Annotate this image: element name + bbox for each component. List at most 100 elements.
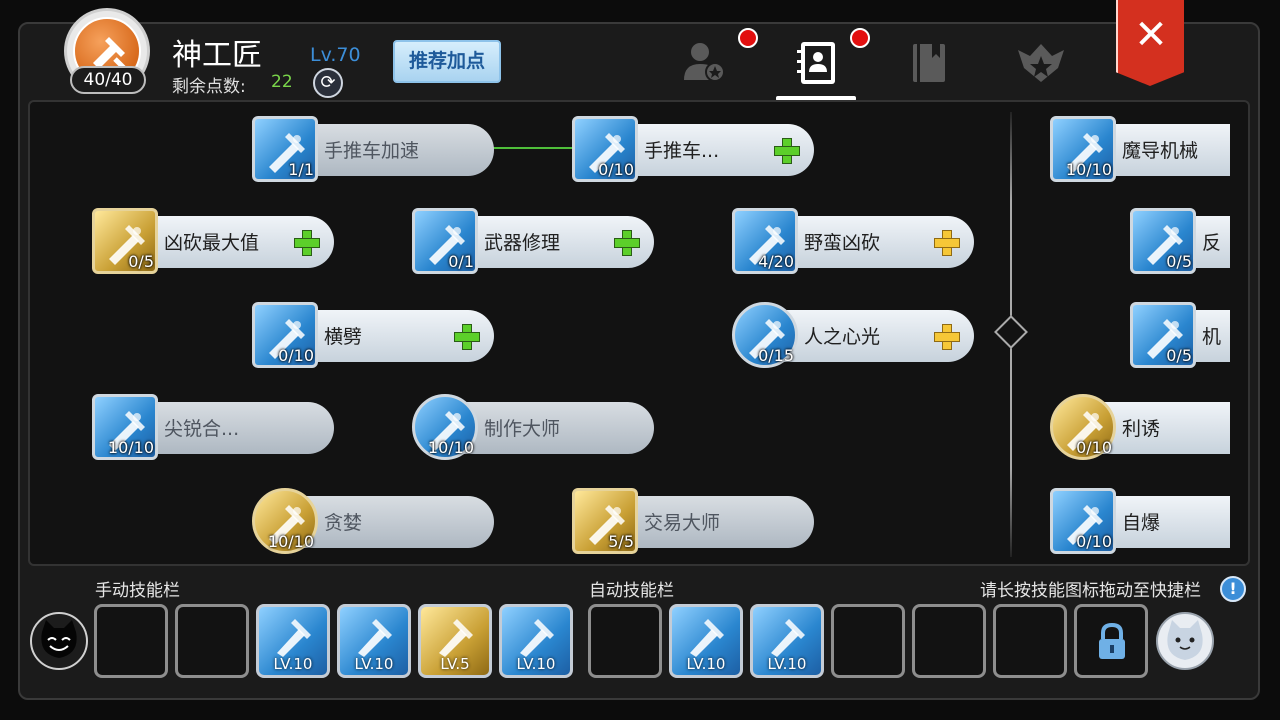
- points-label: 剩余点数:: [172, 77, 246, 97]
- user-star-icon: [684, 43, 725, 82]
- skill-node[interactable]: 魔导机械 10/10: [1050, 116, 1230, 182]
- drag-hint: 请长按技能图标拖动至快捷栏: [980, 581, 1201, 601]
- skill-level: 0/5: [128, 252, 154, 271]
- skill-level: 0/10: [1076, 532, 1112, 551]
- skill-level: 10/10: [267, 532, 314, 551]
- plus-icon[interactable]: [614, 230, 640, 256]
- refresh-icon[interactable]: ⟳: [313, 68, 343, 98]
- skill-name: 制作大师: [484, 418, 561, 440]
- skill-name: 自爆: [1122, 512, 1161, 534]
- skill-node[interactable]: 尖锐合... 10/10: [92, 394, 334, 460]
- skill-node[interactable]: 人之心光 0/15: [732, 302, 974, 368]
- skill-node[interactable]: 反 0/5: [1130, 208, 1230, 274]
- slot-level: LV.10: [516, 655, 556, 673]
- skill-name: 机: [1202, 326, 1222, 348]
- skill-slot[interactable]: [175, 604, 249, 678]
- skill-slot[interactable]: LV.10: [499, 604, 573, 678]
- skill-node[interactable]: 自爆 0/10: [1050, 488, 1230, 554]
- lock-icon: [1099, 622, 1125, 659]
- skill-slot[interactable]: LV.5: [418, 604, 492, 678]
- skill-name: 手推车加速: [324, 140, 420, 162]
- book-icon: [913, 44, 945, 82]
- contact-book-icon: [797, 42, 835, 84]
- plus-icon[interactable]: [774, 138, 800, 164]
- profile-count: 40/40: [70, 66, 146, 94]
- skill-slot[interactable]: [588, 604, 662, 678]
- skill-slot[interactable]: LV.10: [256, 604, 330, 678]
- skill-node[interactable]: 横劈 0/10: [252, 302, 494, 368]
- skill-slot[interactable]: LV.10: [669, 604, 743, 678]
- skill-name: 魔导机械: [1122, 140, 1199, 162]
- skill-slot[interactable]: LV.10: [750, 604, 824, 678]
- skill-name: 凶砍最大值: [164, 232, 260, 254]
- skill-level: 0/15: [758, 346, 794, 365]
- skill-node[interactable]: 手推车加速 1/1: [252, 116, 494, 182]
- skill-level: 0/10: [1076, 438, 1112, 457]
- tab-rank[interactable]: [1014, 38, 1064, 88]
- skill-connector: [492, 147, 572, 149]
- plus-icon[interactable]: [934, 324, 960, 350]
- skill-node[interactable]: 贪婪 10/10: [252, 488, 494, 554]
- notification-dot: [738, 28, 758, 48]
- skill-slot[interactable]: [94, 604, 168, 678]
- slot-level: LV.10: [686, 655, 726, 673]
- skill-node[interactable]: 交易大师 5/5: [572, 488, 814, 554]
- plus-icon[interactable]: [294, 230, 320, 256]
- skill-node[interactable]: 野蛮凶砍 4/20: [732, 208, 974, 274]
- skill-level: 0/10: [598, 160, 634, 179]
- skill-node[interactable]: 制作大师 10/10: [412, 394, 654, 460]
- skill-slot[interactable]: [831, 604, 905, 678]
- skill-level: 10/10: [1065, 160, 1112, 179]
- skill-name: 利诱: [1122, 418, 1161, 440]
- skill-name: 武器修理: [484, 232, 561, 254]
- skill-slot[interactable]: [993, 604, 1067, 678]
- secondary-tree: 魔导机械 10/10 反 0/5 机 0/5 利诱 0/10 自爆 0/10: [1030, 100, 1230, 566]
- skill-name: 手推车...: [644, 140, 720, 162]
- emblem-icon: [1018, 44, 1064, 82]
- tab-skills[interactable]: [793, 38, 843, 88]
- skill-name: 交易大师: [644, 512, 721, 534]
- skill-level: 5/5: [608, 532, 634, 551]
- skill-name: 野蛮凶砍: [804, 232, 881, 254]
- skill-name: 横劈: [324, 326, 363, 348]
- recommend-button[interactable]: 推荐加点: [393, 40, 501, 83]
- locked-slot[interactable]: [1074, 604, 1148, 678]
- skill-slot[interactable]: [912, 604, 986, 678]
- plus-icon[interactable]: [454, 324, 480, 350]
- white-cat-icon[interactable]: [1156, 612, 1214, 670]
- points-value: 22: [271, 72, 293, 92]
- skill-level: 1/1: [288, 160, 314, 179]
- skill-level: 10/10: [107, 438, 154, 457]
- class-name: 神工匠: [172, 38, 262, 73]
- skill-node[interactable]: 机 0/5: [1130, 302, 1230, 368]
- skill-node[interactable]: 利诱 0/10: [1050, 394, 1230, 460]
- slot-level: LV.10: [767, 655, 807, 673]
- header: 40/40 神工匠 剩余点数: 22 Lv.70 ⟳ 推荐加点 ✕: [0, 0, 1280, 101]
- notification-dot: [850, 28, 870, 48]
- skill-level: 0/1: [448, 252, 474, 271]
- skill-name: 人之心光: [804, 326, 881, 348]
- plus-icon[interactable]: [934, 230, 960, 256]
- skill-slot[interactable]: LV.10: [337, 604, 411, 678]
- tab-book[interactable]: [904, 38, 954, 88]
- skill-name: 反: [1202, 232, 1222, 254]
- slot-level: LV.10: [273, 655, 313, 673]
- skill-name: 尖锐合...: [164, 418, 240, 440]
- close-button[interactable]: ✕: [1116, 0, 1184, 86]
- skill-level: 0/10: [278, 346, 314, 365]
- skill-node[interactable]: 武器修理 0/1: [412, 208, 654, 274]
- skill-level: 10/10: [427, 438, 474, 457]
- skill-name: 贪婪: [324, 512, 363, 534]
- black-cat-icon[interactable]: [30, 612, 88, 670]
- skill-level: 0/5: [1166, 346, 1192, 365]
- auto-bar-label: 自动技能栏: [589, 581, 674, 601]
- info-icon[interactable]: !: [1220, 576, 1246, 602]
- skill-level: 0/5: [1166, 252, 1192, 271]
- skill-node[interactable]: 凶砍最大值 0/5: [92, 208, 334, 274]
- skill-level: 4/20: [758, 252, 794, 271]
- tab-character[interactable]: [680, 38, 730, 88]
- skill-node[interactable]: 手推车... 0/10: [572, 116, 814, 182]
- slot-level: LV.5: [440, 655, 470, 673]
- slot-level: LV.10: [354, 655, 394, 673]
- level-label: Lv.70: [310, 44, 361, 66]
